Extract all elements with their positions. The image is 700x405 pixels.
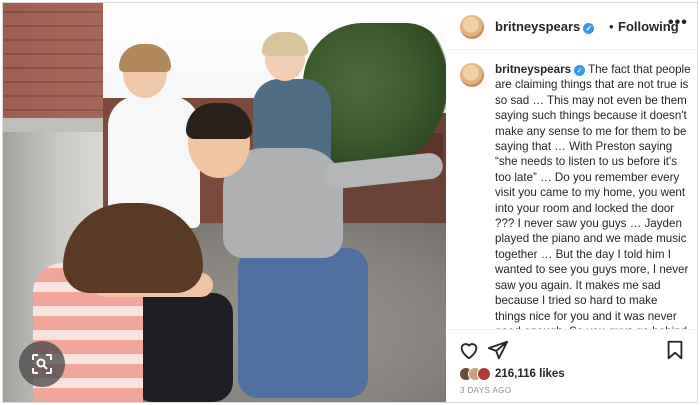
caption-area: britneyspears ✓ The fact that people are … xyxy=(447,51,697,329)
girl-hair xyxy=(63,203,203,293)
action-bar: 216,116 likes 3 DAYS AGO xyxy=(447,329,697,402)
post-header: britneyspears ✓ • Following ••• xyxy=(447,3,697,50)
girl-pants xyxy=(133,293,233,402)
paper-plane-icon[interactable] xyxy=(487,339,509,361)
caption-username[interactable]: britneyspears xyxy=(495,63,571,76)
caption-body: The fact that people are claiming things… xyxy=(495,63,691,329)
header-username-text[interactable]: britneyspears xyxy=(495,19,580,34)
lens-search-glyph xyxy=(32,354,52,374)
post-side-panel: britneyspears ✓ • Following ••• britneysp… xyxy=(447,3,697,402)
photo-wall-cap xyxy=(3,118,103,132)
caption-verified-badge-icon: ✓ xyxy=(574,65,586,76)
header-separator: • xyxy=(609,19,614,34)
verified-badge-icon: ✓ xyxy=(583,23,595,34)
post-photo[interactable] xyxy=(3,3,446,402)
lens-search-icon[interactable] xyxy=(19,341,65,387)
post-date[interactable]: 3 DAYS AGO xyxy=(460,386,511,395)
header-username[interactable]: britneyspears ✓ xyxy=(495,19,595,34)
photo-wall-brick xyxy=(3,3,103,123)
boy-arm xyxy=(321,151,445,191)
heart-icon[interactable] xyxy=(458,339,480,361)
likes-row[interactable]: 216,116 likes xyxy=(459,365,565,383)
kid-hair xyxy=(262,32,308,56)
boy-hair xyxy=(186,103,252,139)
boy-legs xyxy=(238,248,368,398)
likes-count[interactable]: 216,116 likes xyxy=(495,368,565,380)
instagram-post-frame: britneyspears ✓ • Following ••• britneysp… xyxy=(0,0,700,405)
bookmark-icon[interactable] xyxy=(664,339,686,361)
kid-hair xyxy=(119,44,171,72)
liker-avatar xyxy=(477,367,491,381)
more-options-icon[interactable]: ••• xyxy=(668,14,688,32)
caption-text-block: britneyspears ✓ The fact that people are … xyxy=(495,62,691,329)
caption-avatar[interactable] xyxy=(460,63,484,87)
header-avatar[interactable] xyxy=(460,15,484,39)
